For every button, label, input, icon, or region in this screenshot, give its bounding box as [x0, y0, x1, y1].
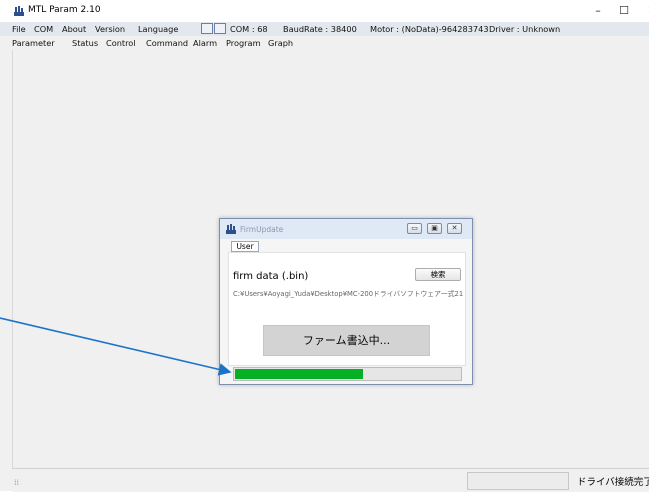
menu-program[interactable]: Program — [226, 38, 261, 48]
connection-led-1 — [201, 23, 213, 34]
menu-version[interactable]: Version — [95, 24, 125, 34]
connection-status-text: ドライバ接続完了 — [577, 477, 649, 488]
motor-status: Motor : (NoData)-964283743 — [370, 24, 489, 34]
function-menu-bar: Parameter Status Control Command Alarm P… — [0, 36, 649, 50]
menu-com[interactable]: COM — [34, 24, 53, 34]
app-window: MTL Param 2.10 – ☐ ✕ File COM About Vers… — [0, 0, 649, 492]
main-menu-bar: File COM About Version Language COM : 68… — [0, 22, 649, 36]
dialog-title-bar: FirmUpdate ▭ ▣ ✕ — [220, 219, 472, 239]
menu-about[interactable]: About — [62, 24, 86, 34]
firm-update-dialog: FirmUpdate ▭ ▣ ✕ User firm data (.bin) 検… — [219, 218, 473, 385]
user-tab-panel: firm data (.bin) 検索 C:¥Users¥Aoyagi_Yuda… — [228, 252, 466, 366]
mtl-logo-icon — [14, 6, 24, 16]
dialog-title: FirmUpdate — [240, 225, 284, 234]
menu-graph[interactable]: Graph — [268, 38, 293, 48]
dialog-maximize-button[interactable]: ▣ — [427, 223, 442, 234]
dialog-close-button[interactable]: ✕ — [447, 223, 462, 234]
title-bar: MTL Param 2.10 – ☐ ✕ — [0, 0, 649, 22]
menu-control[interactable]: Control — [106, 38, 136, 48]
mtl-logo-icon — [226, 224, 236, 234]
menu-status[interactable]: Status — [72, 38, 98, 48]
com-port-status: COM : 68 — [230, 24, 268, 34]
menu-file[interactable]: File — [12, 24, 26, 34]
tab-user[interactable]: User — [231, 241, 259, 252]
firmware-writing-button[interactable]: ファーム書込中... — [263, 325, 430, 356]
progress-fill — [235, 369, 363, 379]
baudrate-status: BaudRate : 38400 — [283, 24, 357, 34]
driver-status: Driver : Unknown — [489, 24, 561, 34]
status-progress-box — [467, 472, 569, 490]
menu-command[interactable]: Command — [146, 38, 188, 48]
menu-alarm[interactable]: Alarm — [193, 38, 217, 48]
firm-data-label: firm data (.bin) — [233, 271, 309, 282]
minimize-button[interactable]: – — [586, 3, 610, 19]
status-bar: ドライバ接続完了 — [12, 468, 649, 492]
search-button[interactable]: 検索 — [415, 268, 461, 281]
firmware-progress-bar — [233, 367, 462, 381]
dialog-minimize-button[interactable]: ▭ — [407, 223, 422, 234]
close-button[interactable]: ✕ — [640, 3, 649, 19]
menu-language[interactable]: Language — [138, 24, 178, 34]
connection-led-2 — [214, 23, 226, 34]
resize-grip-icon[interactable]: ⁞⁞ — [14, 478, 19, 487]
file-path-text: C:¥Users¥Aoyagi_Yuda¥Desktop¥MC-200ドライバソ… — [233, 290, 463, 298]
menu-parameter[interactable]: Parameter — [12, 38, 55, 48]
maximize-button[interactable]: ☐ — [612, 3, 636, 19]
window-title: MTL Param 2.10 — [28, 5, 101, 15]
